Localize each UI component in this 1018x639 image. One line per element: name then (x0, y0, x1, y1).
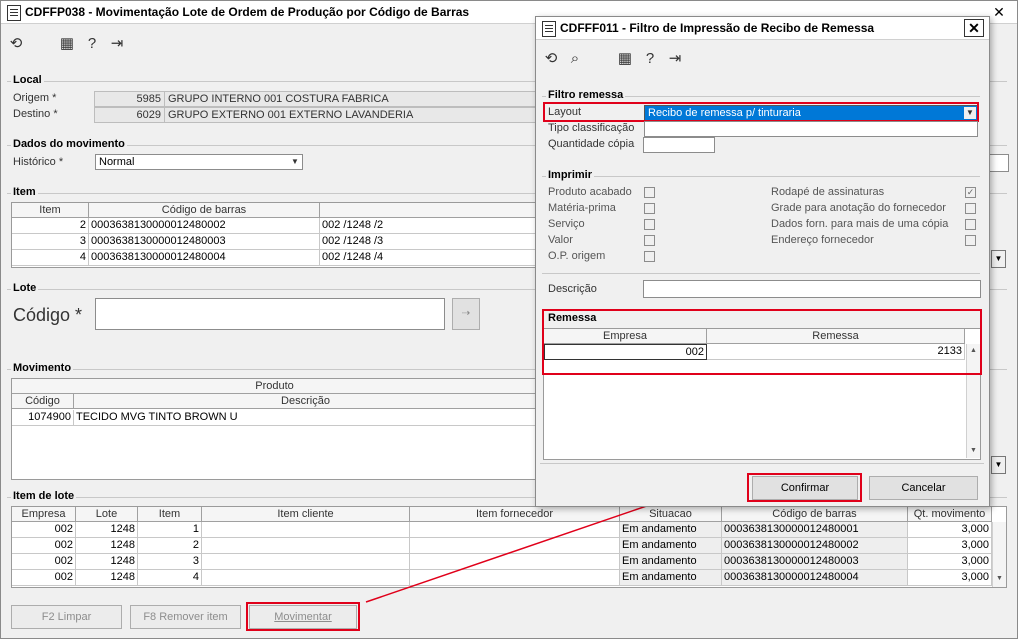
dialog-refresh-icon[interactable]: ⟲ (542, 50, 560, 68)
filtro-dialog: CDFFF011 - Filtro de Impressão de Recibo… (535, 16, 990, 507)
layout-highlight (543, 102, 979, 122)
dialog-search-icon[interactable]: ⌕ (566, 50, 584, 68)
imprimir-option-label: Produto acabado (548, 186, 632, 198)
imprimir-option-checkbox[interactable] (644, 203, 655, 214)
imprimir-option-checkbox[interactable] (965, 219, 976, 230)
imprimir-option-checkbox[interactable] (644, 219, 655, 230)
imprimir-option-label: Rodapé de assinaturas (771, 186, 885, 198)
imprimir-option-label: Grade para anotação do fornecedor (771, 202, 946, 214)
imprimir-option-label: Endereço fornecedor (771, 234, 874, 246)
dialog-button-divider (540, 463, 984, 465)
imprimir-group-label: Imprimir (546, 169, 595, 181)
imprimir-option-checkbox[interactable] (965, 203, 976, 214)
imprimir-option-checkbox[interactable] (965, 235, 976, 246)
quantidade-copia-input[interactable] (643, 137, 715, 153)
imprimir-option-label: Dados forn. para mais de uma cópia (771, 218, 949, 230)
dialog-exit-icon[interactable]: ⇥ (666, 50, 684, 68)
imprimir-option-label: Serviço (548, 218, 585, 230)
remessa-highlight (542, 309, 982, 375)
dialog-title: CDFFF011 - Filtro de Impressão de Recibo… (560, 21, 875, 35)
dialog-calendar-icon[interactable]: ▦ (616, 50, 634, 68)
imprimir-option-checkbox[interactable] (644, 187, 655, 198)
tipo-classificacao-select[interactable] (644, 121, 978, 137)
imprimir-option-label: Valor (548, 234, 573, 246)
dialog-titlebar: CDFFF011 - Filtro de Impressão de Recibo… (536, 17, 989, 40)
imprimir-option-label: Matéria-prima (548, 202, 616, 214)
remessa-scroll-down-icon[interactable]: ▼ (967, 444, 980, 457)
tipo-classificacao-label: Tipo classificação (548, 122, 635, 134)
imprimir-option-label: O.P. origem (548, 250, 606, 262)
descricao-label: Descrição (548, 283, 597, 295)
imprimir-option-checkbox[interactable] (644, 251, 655, 262)
filtro-group-label: Filtro remessa (546, 89, 626, 101)
descricao-input[interactable] (643, 280, 981, 298)
dialog-help-icon[interactable]: ? (641, 50, 659, 68)
descricao-divider (542, 273, 980, 275)
quantidade-copia-label: Quantidade cópia (548, 138, 635, 150)
dialog-close-icon[interactable]: ✕ (964, 19, 984, 37)
imprimir-option-checkbox[interactable]: ✓ (965, 187, 976, 198)
dialog-app-icon (542, 21, 556, 37)
cancelar-button[interactable]: Cancelar (869, 476, 978, 500)
confirmar-highlight (747, 473, 862, 502)
imprimir-option-checkbox[interactable] (644, 235, 655, 246)
